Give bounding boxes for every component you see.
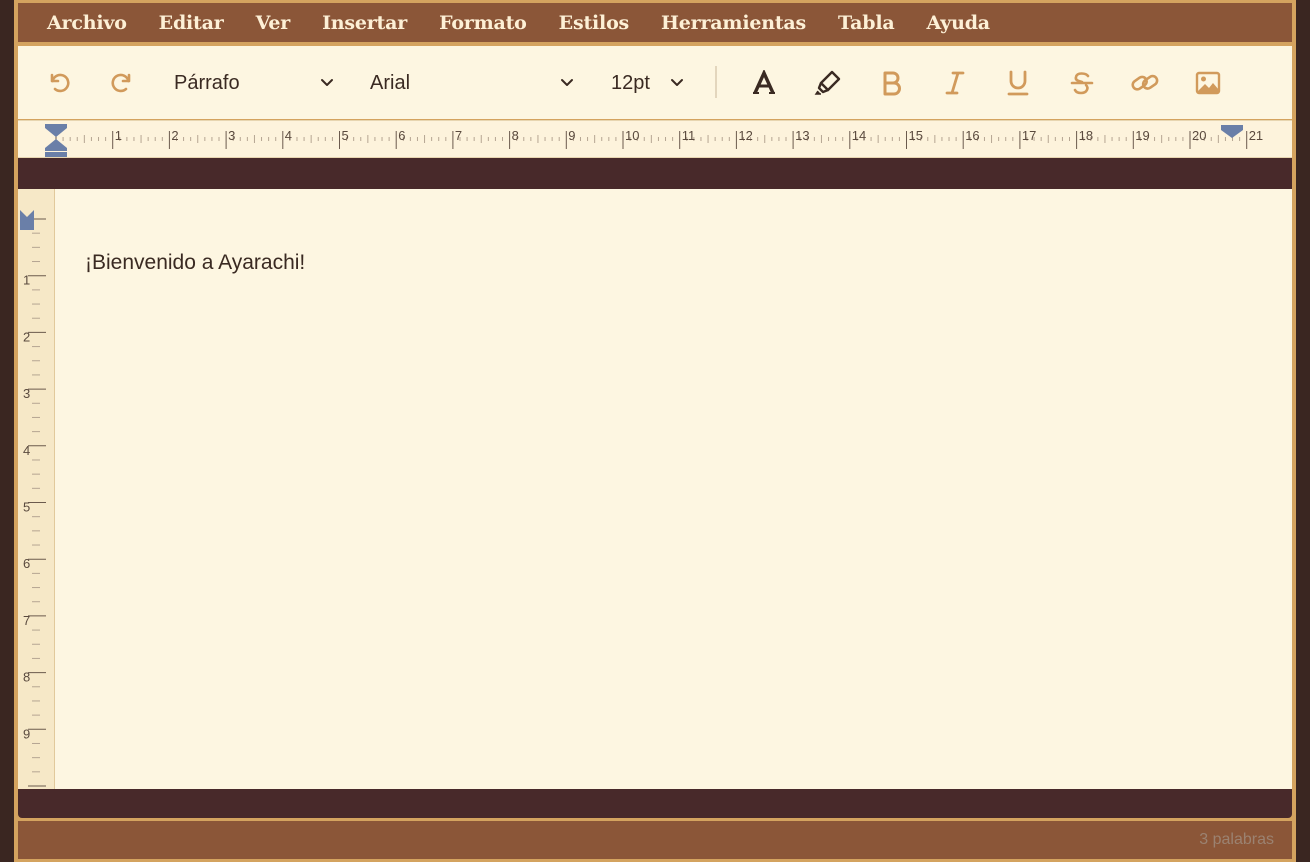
ruler-label: 13 — [795, 128, 809, 143]
font-size-select[interactable]: 12pt — [611, 66, 691, 100]
status-bar: 3 palabras — [18, 821, 1292, 859]
ruler-label: 11 — [682, 128, 696, 143]
menu-ayuda[interactable]: Ayuda — [926, 12, 990, 34]
undo-icon[interactable] — [42, 66, 76, 100]
document-body-text[interactable]: ¡Bienvenido a Ayarachi! — [85, 251, 305, 275]
ruler-label: 9 — [23, 726, 30, 741]
ruler-label: 8 — [23, 670, 30, 685]
menu-ver[interactable]: Ver — [256, 12, 291, 34]
vertical-ruler[interactable]: 1 2 3 4 5 6 7 8 9 — [18, 189, 55, 789]
menu-bar: Archivo Editar Ver Insertar Formato Esti… — [18, 3, 1292, 42]
bold-icon[interactable] — [875, 66, 909, 100]
ruler-label: 4 — [23, 443, 30, 458]
ruler-label: 6 — [23, 556, 30, 571]
ruler-label: 8 — [512, 128, 519, 143]
ruler-label: 7 — [23, 613, 30, 628]
chevron-down-icon — [319, 74, 335, 97]
image-icon[interactable] — [1191, 66, 1225, 100]
ruler-label: 4 — [285, 128, 292, 143]
ruler-label: 3 — [23, 386, 30, 401]
horizontal-ruler-scale: 1 2 3 4 5 6 7 8 9 10 11 12 13 14 15 16 17 18 19 20 21 — [55, 128, 1263, 149]
ruler-label: 15 — [909, 128, 923, 143]
menu-insertar[interactable]: Insertar — [322, 12, 407, 34]
chevron-down-icon — [559, 74, 575, 97]
ruler-label: 5 — [342, 128, 349, 143]
toolbar: Párrafo Arial 12pt — [18, 46, 1292, 119]
menu-tabla[interactable]: Tabla — [838, 12, 895, 34]
vertical-ruler-scale: 1 2 3 4 5 6 7 8 9 — [23, 218, 46, 787]
menu-herramientas[interactable]: Herramientas — [661, 12, 806, 34]
font-family-value: Arial — [370, 71, 411, 94]
ruler-label: 21 — [1249, 128, 1263, 143]
underline-icon[interactable] — [1001, 66, 1035, 100]
right-indent-marker[interactable] — [1221, 124, 1243, 143]
ruler-label: 2 — [23, 329, 30, 344]
text-color-icon[interactable] — [747, 66, 781, 100]
ruler-label: 9 — [568, 128, 575, 143]
word-count: 3 palabras — [1199, 831, 1274, 848]
link-icon[interactable] — [1128, 66, 1162, 100]
font-size-value: 12pt — [611, 71, 650, 94]
ruler-label: 2 — [171, 128, 178, 143]
horizontal-ruler[interactable]: 1 2 3 4 5 6 7 8 9 10 11 12 13 14 15 16 17 18 19 20 21 — [18, 120, 1292, 158]
ruler-label: 5 — [23, 500, 30, 515]
ruler-label: 1 — [115, 128, 122, 143]
top-margin-marker[interactable] — [20, 210, 34, 234]
font-family-select[interactable]: Arial — [370, 66, 580, 100]
paragraph-style-value: Párrafo — [174, 71, 240, 94]
italic-icon[interactable] — [938, 66, 972, 100]
ruler-label: 17 — [1022, 128, 1036, 143]
ruler-label: 6 — [398, 128, 405, 143]
ruler-label: 18 — [1079, 128, 1093, 143]
editor-bottom-band — [18, 789, 1292, 818]
chevron-down-icon — [669, 74, 685, 97]
ruler-label: 7 — [455, 128, 462, 143]
ruler-label: 10 — [625, 128, 639, 143]
paragraph-style-select[interactable]: Párrafo — [174, 66, 339, 100]
left-indent-marker[interactable] — [45, 124, 67, 157]
ruler-label: 12 — [738, 128, 752, 143]
highlight-icon[interactable] — [811, 66, 845, 100]
ruler-label: 1 — [23, 273, 30, 288]
menu-archivo[interactable]: Archivo — [47, 12, 127, 34]
ruler-label: 14 — [852, 128, 866, 143]
redo-icon[interactable] — [105, 66, 139, 100]
menu-formato[interactable]: Formato — [439, 12, 527, 34]
ruler-label: 20 — [1192, 128, 1206, 143]
ruler-label: 16 — [965, 128, 979, 143]
toolbar-separator — [715, 66, 717, 98]
editor-area: 1 2 3 4 5 6 7 8 9 ¡Bienvenido a Ayarachi! — [18, 189, 1292, 789]
ruler-label: 19 — [1135, 128, 1149, 143]
strikethrough-icon[interactable] — [1065, 66, 1099, 100]
menu-estilos[interactable]: Estilos — [559, 12, 630, 34]
editor-top-band — [18, 158, 1292, 189]
ruler-label: 3 — [228, 128, 235, 143]
menu-editar[interactable]: Editar — [159, 12, 224, 34]
